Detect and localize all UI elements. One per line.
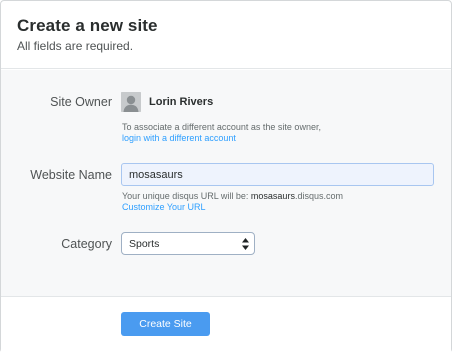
- page-title: Create a new site: [17, 16, 158, 35]
- create-site-button[interactable]: Create Site: [121, 312, 210, 336]
- category-label: Category: [61, 237, 112, 251]
- select-arrows-icon: [242, 238, 249, 250]
- login-different-account-link[interactable]: login with a different account: [122, 133, 236, 143]
- website-name-label: Website Name: [30, 168, 112, 182]
- site-owner-label: Site Owner: [50, 95, 112, 109]
- page-subtitle: All fields are required.: [17, 39, 134, 53]
- url-help-text: Your unique disqus URL will be: mosasaur…: [122, 191, 343, 201]
- avatar: [121, 92, 141, 112]
- owner-name: Lorin Rivers: [149, 96, 214, 108]
- url-help-prefix: Your unique disqus URL will be:: [122, 191, 251, 201]
- form-footer: [1, 296, 451, 353]
- owner-help-text: To associate a different account as the …: [122, 122, 321, 132]
- url-help-subdomain: mosasaurs: [250, 191, 295, 201]
- user-silhouette-icon: [121, 92, 141, 112]
- website-name-input[interactable]: [121, 163, 434, 186]
- category-selected-value: Sports: [129, 238, 160, 250]
- customize-url-link[interactable]: Customize Your URL: [122, 202, 206, 212]
- url-help-suffix: .disqus.com: [294, 191, 343, 201]
- category-select[interactable]: Sports: [121, 232, 255, 255]
